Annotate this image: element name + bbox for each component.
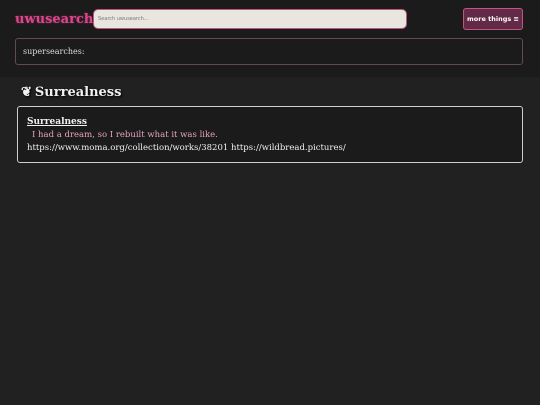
- supersearches-panel: supersearches:: [15, 38, 523, 65]
- result-description: I had a dream, so I rebuilt what it was …: [32, 130, 218, 140]
- search-box[interactable]: [93, 9, 407, 29]
- result-link[interactable]: https://wildbread.pictures/: [231, 143, 346, 153]
- more-things-button[interactable]: more things ≡: [463, 8, 523, 30]
- supersearches-label: supersearches:: [23, 47, 85, 56]
- section-title: ❦ Surrealness: [21, 84, 121, 102]
- search-input[interactable]: [94, 10, 404, 28]
- page: uwusearch more things ≡ supersearches: ❦…: [0, 0, 540, 405]
- result-title-link[interactable]: Surrealness: [27, 116, 87, 128]
- header: uwusearch more things ≡ supersearches:: [0, 0, 540, 77]
- section-title-text: Surrealness: [34, 85, 122, 100]
- result-links: https://www.moma.org/collection/works/38…: [27, 142, 346, 154]
- floral-heart-icon: ❦: [21, 85, 32, 100]
- result-link[interactable]: https://www.moma.org/collection/works/38…: [27, 143, 228, 153]
- result-card: Surrealness I had a dream, so I rebuilt …: [17, 106, 523, 163]
- logo[interactable]: uwusearch: [15, 11, 93, 29]
